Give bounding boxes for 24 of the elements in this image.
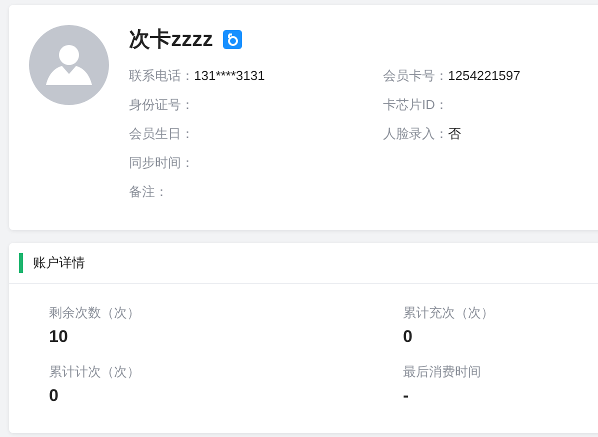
- stat-label: 累计计次（次）: [49, 363, 141, 381]
- info-label: 人脸录入：: [383, 124, 448, 142]
- info-label: 联系电话：: [129, 66, 194, 84]
- info-value: 否: [448, 124, 461, 142]
- info-label: 同步时间：: [129, 154, 194, 172]
- stat-label: 剩余次数（次）: [49, 304, 141, 322]
- stat-value: -: [403, 386, 410, 406]
- info-value: 1254221597: [448, 68, 520, 83]
- info-value: 131****3131: [194, 68, 265, 83]
- info-label: 卡芯片ID：: [383, 96, 448, 114]
- stat-label: 累计充次（次）: [403, 304, 495, 322]
- stat-value: 0: [49, 386, 60, 406]
- avatar-icon: [29, 25, 109, 105]
- male-icon: [223, 30, 242, 48]
- stat-label: 最后消费时间: [403, 363, 482, 381]
- info-label: 会员生日：: [129, 124, 194, 142]
- info-label: 会员卡号：: [383, 66, 448, 84]
- info-label: 备注：: [129, 182, 168, 200]
- stat-value: 0: [403, 327, 414, 347]
- member-name: 次卡zzzz: [129, 27, 213, 53]
- info-label: 身份证号：: [129, 96, 194, 114]
- accent-bar: [19, 253, 23, 273]
- section-title: 账户详情: [33, 254, 85, 272]
- stat-value: 10: [49, 327, 69, 347]
